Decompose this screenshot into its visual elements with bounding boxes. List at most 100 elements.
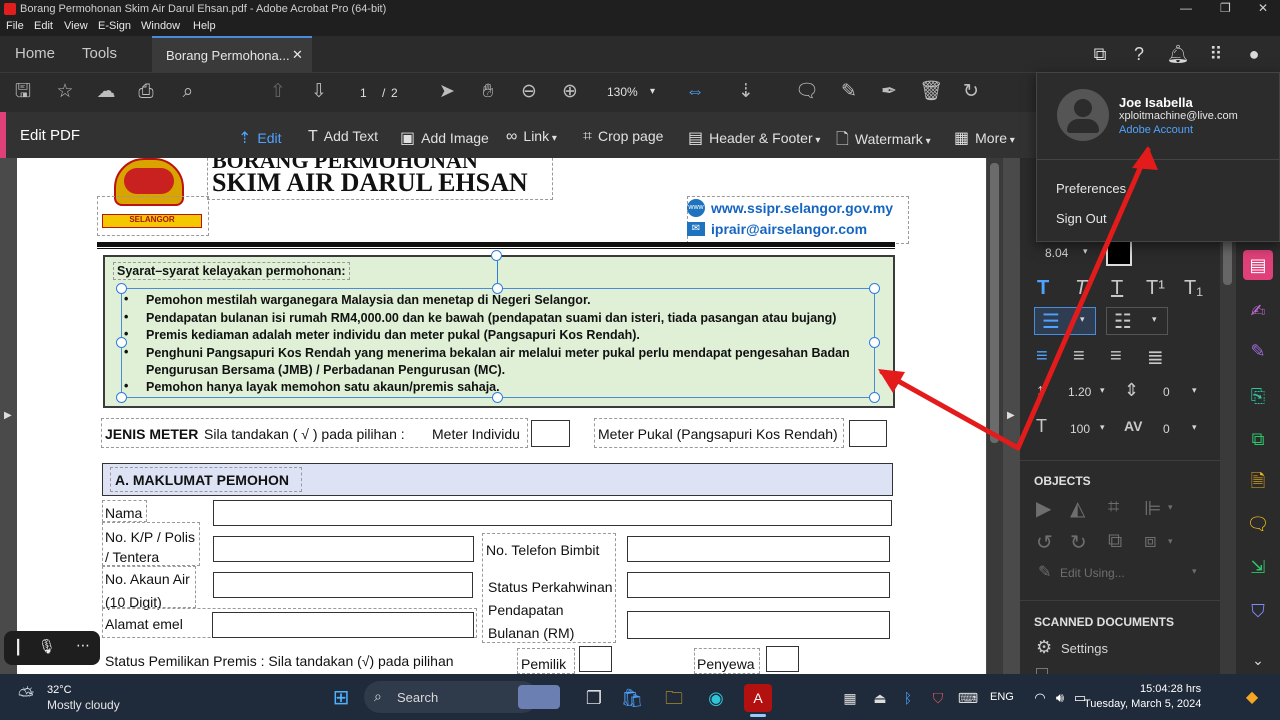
hand-tool-icon[interactable]: ✋︎ [475,80,501,104]
tray-app-icon[interactable]: ▦ [836,684,864,712]
menu-help[interactable]: Help [193,20,216,32]
input-monthly-income[interactable] [627,611,890,639]
owner-checkbox[interactable] [579,646,612,672]
drag-handle-icon[interactable]: ┃ [14,639,22,656]
edit-pdf-rail-icon[interactable]: ▤ [1243,250,1273,280]
account-avatar-icon[interactable]: ● [1242,42,1266,66]
edge-browser-icon[interactable]: ◉ [702,684,730,712]
compress-pdf-icon[interactable]: ⇲ [1243,552,1273,582]
export-pdf-icon[interactable]: ⎘ [1243,381,1273,411]
replace-image-icon[interactable]: ⧉ [1108,530,1122,553]
organize-pages-icon[interactable]: ⧉ [1243,424,1273,454]
chevron-down-icon[interactable]: ▾ [1192,422,1197,433]
text-underline-icon[interactable]: T [1111,277,1123,300]
more-options-icon[interactable]: ⋯ [76,637,90,654]
crop-page-button[interactable]: ⌗ Crop page [583,128,663,146]
scrollbar-thumb[interactable] [990,163,999,443]
left-panel-toggle-icon[interactable]: ▶ [4,410,12,421]
tab-document[interactable]: Borang Permohona... ✕ [152,36,312,72]
meter-individual-checkbox[interactable] [531,420,570,447]
chevron-down-icon[interactable]: ▾ [1083,246,1088,257]
menu-edit[interactable]: Edit [34,20,53,32]
usb-drive-icon[interactable]: ⏏ [866,684,894,712]
tab-tools[interactable]: Tools [82,45,117,62]
tenant-checkbox[interactable] [766,646,799,672]
task-view-icon[interactable]: ❐ [580,684,608,712]
menu-esign[interactable]: E-Sign [98,20,131,32]
weather-temperature[interactable]: 32°C [47,684,72,696]
settings-button[interactable]: Settings [1061,641,1108,656]
apps-grid-icon[interactable]: ⠿ [1204,42,1228,66]
resize-handle-bl[interactable] [116,392,127,403]
file-explorer-icon[interactable]: 🗀 [660,684,688,712]
subscript-icon[interactable]: T₁ [1184,277,1203,300]
align-left-icon[interactable]: ≡ [1036,345,1048,368]
page-fit-icon[interactable]: ⇔ [682,80,708,104]
menu-window[interactable]: Window [141,20,180,32]
input-phone[interactable] [627,536,890,562]
flip-horizontal-icon[interactable]: ▶ [1036,496,1051,521]
more-button[interactable]: ▦ More ▾ [954,128,1015,148]
vertical-scrollbar[interactable] [987,158,1003,674]
weather-description[interactable]: Mostly cloudy [47,698,120,712]
save-icon[interactable]: 🖫 [10,80,36,104]
chevron-down-icon[interactable]: ▾ [1168,502,1173,513]
font-color-swatch[interactable] [1106,240,1132,266]
edit-using-label[interactable]: Edit Using... [1060,566,1125,580]
protect-shield-icon[interactable]: ⛉ [1243,596,1273,626]
chevron-down-icon[interactable]: ▾ [1192,385,1197,396]
tab-home[interactable]: Home [15,45,55,62]
font-size-value[interactable]: 8.04 [1045,246,1068,260]
notifications-bell-icon[interactable]: 🔔︎ [1166,42,1190,66]
zoom-level-select[interactable]: 130% ▾ [596,80,666,104]
meter-bulk-checkbox[interactable] [849,420,887,447]
select-cursor-icon[interactable]: ➤ [434,80,460,104]
clock-date[interactable]: Tuesday, March 5, 2024 [1084,698,1201,710]
resize-handle-br[interactable] [869,392,880,403]
chevron-down-icon[interactable]: ⌄ [1243,645,1273,675]
highlight-pen-icon[interactable]: ✎ [836,80,862,104]
next-page-icon[interactable]: ⇩ [306,80,332,104]
microsoft-store-icon[interactable]: 🛍︎ [618,684,646,712]
close-button[interactable]: ✕ [1258,1,1268,15]
chevron-down-icon[interactable]: ▾ [1192,566,1197,577]
chevron-down-icon[interactable]: ▾ [1100,422,1105,433]
link-button[interactable]: ∞ Link ▾ [506,128,557,146]
request-signature-icon[interactable]: ✍ [1243,296,1273,326]
chevron-down-icon[interactable]: ▾ [1168,536,1173,547]
input-marital-status[interactable] [627,572,890,598]
line-spacing-value[interactable]: 1.20 [1068,385,1091,399]
paragraph-spacing-value[interactable]: 0 [1163,385,1170,399]
find-magnifier-icon[interactable]: ⌕ [175,80,201,104]
resize-handle-mr[interactable] [869,337,880,348]
input-nama[interactable] [213,500,892,526]
rotate-left-icon[interactable]: ↺ [1036,530,1053,555]
header-footer-button[interactable]: ▤ Header & Footer ▾ [688,128,820,148]
maximize-button[interactable]: ❐ [1220,1,1231,15]
scroll-mode-icon[interactable]: ⇣ [733,80,759,104]
add-image-button[interactable]: ▣ Add Image [400,128,489,148]
bookmark-star-icon[interactable]: ☆ [52,80,78,104]
delete-trash-icon[interactable]: 🗑︎ [918,80,944,104]
rotate-handle[interactable] [491,250,502,261]
comment-icon[interactable]: 🗨︎ [794,80,820,104]
microphone-icon[interactable]: 🎙︎ [38,638,56,655]
acrobat-taskbar-icon[interactable]: A [744,684,772,712]
align-center-icon[interactable]: ≡ [1073,345,1085,368]
adobe-account-link[interactable]: Adobe Account [1119,124,1193,136]
input-language[interactable]: ENG [990,691,1014,703]
arrange-objects-icon[interactable]: ⧈ [1144,530,1157,553]
superscript-icon[interactable]: T¹ [1146,277,1165,300]
align-right-icon[interactable]: ≡ [1110,345,1122,368]
input-ic-number[interactable] [213,536,474,562]
align-justify-icon[interactable]: ≣ [1147,345,1164,370]
zoom-out-icon[interactable]: ⊖ [516,80,542,104]
flip-vertical-icon[interactable]: ◭ [1070,496,1085,521]
upload-cloud-icon[interactable]: ☁ [93,80,119,104]
bluetooth-icon[interactable]: ᛒ [894,684,922,712]
crop-object-icon[interactable]: ⌗ [1108,496,1119,519]
rotate-right-icon[interactable]: ↻ [1070,530,1087,555]
add-text-button[interactable]: T Add Text [308,128,378,146]
chevron-down-icon[interactable]: ▾ [1100,385,1105,396]
text-bold-icon[interactable]: T [1037,277,1049,300]
